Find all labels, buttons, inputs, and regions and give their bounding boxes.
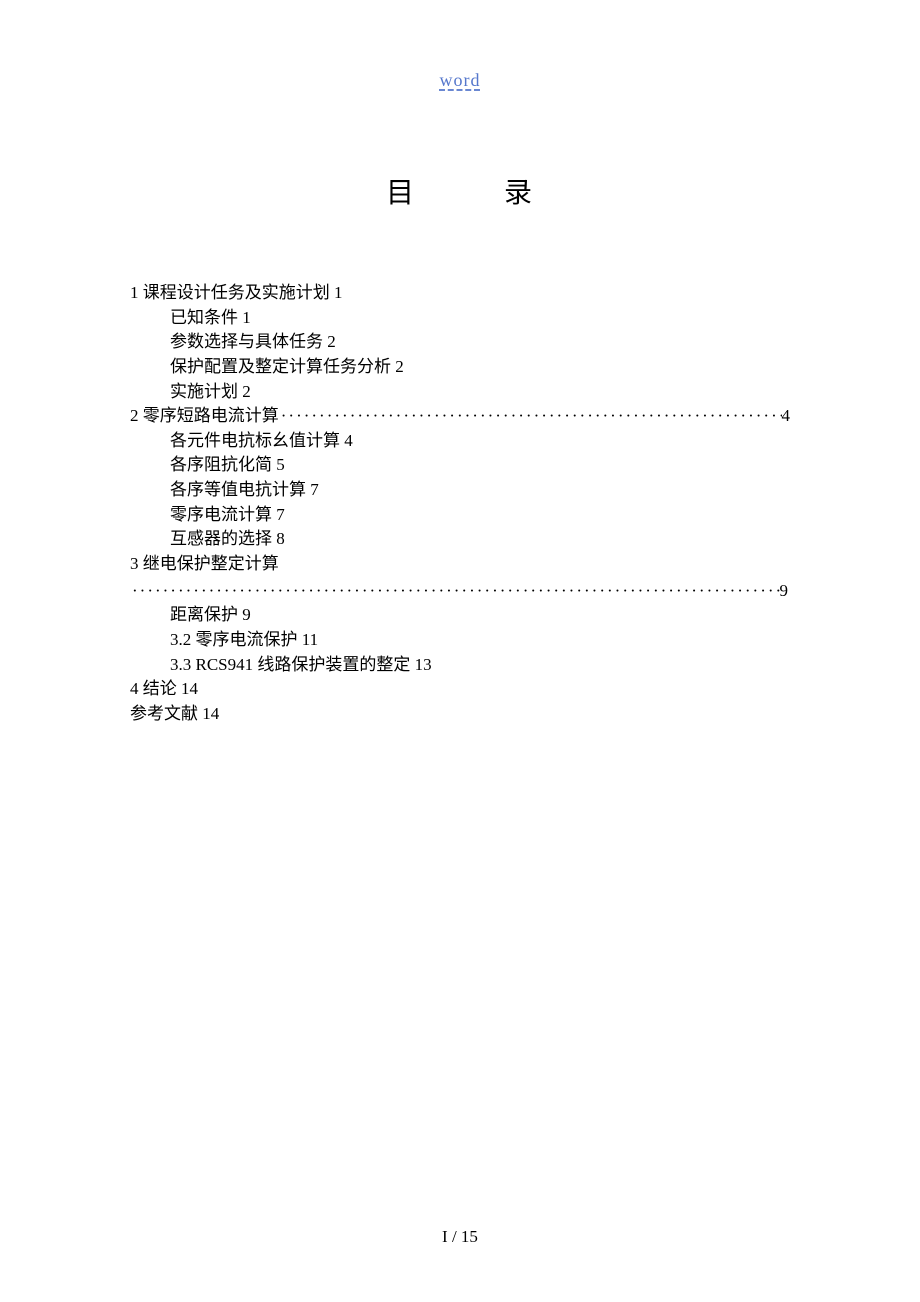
toc-section-2: 2 零序短路电流计算 ·····························… xyxy=(130,404,790,429)
toc-item: 各序阻抗化简 5 xyxy=(130,453,790,478)
toc-item: 参数选择与具体任务 2 xyxy=(130,330,790,355)
title-char-lu: 录 xyxy=(504,171,534,211)
title-char-mu: 目 xyxy=(386,171,416,211)
toc-item: 各序等值电抗计算 7 xyxy=(130,478,790,503)
toc-section-3-dots: ········································… xyxy=(130,579,790,604)
header-word-link[interactable]: word xyxy=(130,70,790,91)
toc-references: 参考文献 14 xyxy=(130,702,790,727)
toc-item: 零序电流计算 7 xyxy=(130,503,790,528)
toc-section-3-page: 9 xyxy=(780,579,791,604)
toc-leader-dots: ········································… xyxy=(279,404,782,429)
toc-item: 保护配置及整定计算任务分析 2 xyxy=(130,355,790,380)
toc-item: 实施计划 2 xyxy=(130,380,790,405)
page-footer: I / 15 xyxy=(0,1227,920,1247)
toc-section-3: 3 继电保护整定计算 xyxy=(130,552,790,577)
toc-item: 距离保护 9 xyxy=(130,603,790,628)
toc-item: 已知条件 1 xyxy=(130,306,790,331)
toc-section-1: 1 课程设计任务及实施计划 1 xyxy=(130,281,790,306)
toc-section-4: 4 结论 14 xyxy=(130,677,790,702)
toc-item: 各元件电抗标幺值计算 4 xyxy=(130,429,790,454)
table-of-contents: 1 课程设计任务及实施计划 1 已知条件 1 参数选择与具体任务 2 保护配置及… xyxy=(130,281,790,727)
toc-item: 3.2 零序电流保护 11 xyxy=(130,628,790,653)
toc-item: 互感器的选择 8 xyxy=(130,527,790,552)
toc-section-2-label: 2 零序短路电流计算 xyxy=(130,404,279,429)
toc-item: 3.3 RCS941 线路保护装置的整定 13 xyxy=(130,653,790,678)
toc-section-2-page: 4 xyxy=(782,404,791,429)
toc-title: 目 录 xyxy=(130,171,790,211)
document-page: word 目 录 1 课程设计任务及实施计划 1 已知条件 1 参数选择与具体任… xyxy=(0,0,920,1302)
toc-leader-dots: ········································… xyxy=(130,579,780,604)
